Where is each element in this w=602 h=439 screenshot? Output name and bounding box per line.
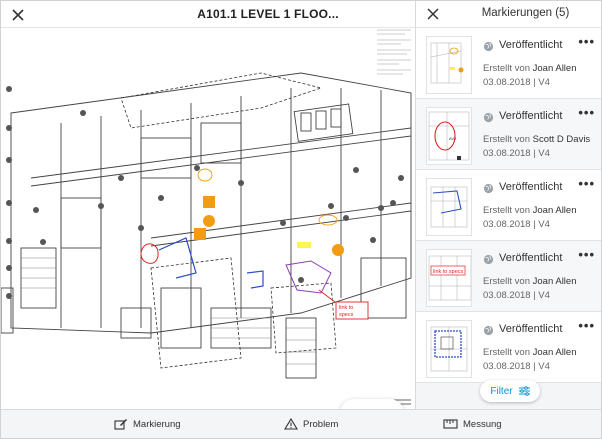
filter-label: Filter xyxy=(490,385,513,397)
globe-icon xyxy=(483,112,494,123)
markup-card[interactable]: Veröffentlicht ••• Erstellt von Joan All… xyxy=(416,28,601,99)
svg-text:AV2: AV2 xyxy=(449,136,457,141)
filter-button[interactable]: Filter xyxy=(480,380,540,402)
markup-tool-button[interactable]: Markierung xyxy=(114,418,181,430)
markup-meta: 03.08.2018 | V4 xyxy=(483,77,550,88)
purple-polygon-markup[interactable] xyxy=(285,260,332,294)
globe-icon xyxy=(483,325,494,336)
orange-pin-markups[interactable] xyxy=(194,196,344,256)
more-options-icon[interactable]: ••• xyxy=(578,318,595,333)
app-window: A101.1 LEVEL 1 FLOO... link to specs Mar… xyxy=(0,0,602,439)
markup-author: Erstellt von Joan Allen xyxy=(483,276,577,287)
markup-author: Erstellt von Joan Allen xyxy=(483,63,577,74)
markups-panel: Markierungen (5) Veröffentlicht ••• Erst… xyxy=(415,1,601,409)
globe-icon xyxy=(483,254,494,265)
thumbnail-callout-text: link to specs xyxy=(433,269,464,275)
markup-thumbnail: link to specs xyxy=(426,249,472,307)
problem-tool-label: Problem xyxy=(303,418,339,430)
markup-author: Erstellt von Joan Allen xyxy=(483,347,577,358)
sliders-icon xyxy=(518,386,530,396)
warning-icon xyxy=(284,418,298,430)
red-circle-markup[interactable] xyxy=(140,243,159,264)
more-options-icon[interactable]: ••• xyxy=(578,34,595,49)
markup-status: Veröffentlicht xyxy=(499,181,563,193)
problem-tool-button[interactable]: Problem xyxy=(284,418,338,430)
markup-meta: 03.08.2018 | V4 xyxy=(483,361,550,372)
drawing-canvas[interactable]: link to specs ‹ › xyxy=(1,28,415,409)
close-panel-icon[interactable] xyxy=(426,7,440,21)
document-title: A101.1 LEVEL 1 FLOO... xyxy=(197,7,339,21)
markup-meta: 03.08.2018 | V4 xyxy=(483,219,550,230)
markup-status: Veröffentlicht xyxy=(499,323,563,335)
page-navigation: ‹ › xyxy=(340,399,404,409)
markup-tool-label: Markierung xyxy=(133,418,181,430)
markup-meta: 03.08.2018 | V4 xyxy=(483,148,550,159)
markup-card[interactable]: Veröffentlicht ••• Erstellt von Joan All… xyxy=(416,170,601,241)
globe-icon xyxy=(483,183,494,194)
blue-box-markups[interactable] xyxy=(158,237,264,289)
more-options-icon[interactable]: ••• xyxy=(578,176,595,191)
more-options-icon[interactable]: ••• xyxy=(578,247,595,262)
markup-list: Veröffentlicht ••• Erstellt von Joan All… xyxy=(416,28,601,383)
markup-thumbnail: AV2 xyxy=(426,107,472,165)
markup-status: Veröffentlicht xyxy=(499,110,563,122)
more-options-icon[interactable]: ••• xyxy=(578,105,595,120)
measure-tool-label: Messung xyxy=(463,418,502,430)
markup-thumbnail xyxy=(426,320,472,378)
globe-icon xyxy=(483,41,494,52)
ruler-icon xyxy=(443,419,458,429)
callout-text-line-2: specs xyxy=(339,312,354,318)
markup-pen-icon xyxy=(114,419,127,430)
markup-card[interactable]: AV2 Veröffentlicht ••• Erstellt von Scot… xyxy=(416,99,601,170)
markup-meta: 03.08.2018 | V4 xyxy=(483,290,550,301)
markup-author: Erstellt von Joan Allen xyxy=(483,205,577,216)
document-header: A101.1 LEVEL 1 FLOO... xyxy=(1,1,415,28)
measure-tool-button[interactable]: Messung xyxy=(443,418,502,430)
panel-title: Markierungen (5) xyxy=(481,7,570,19)
markup-status: Veröffentlicht xyxy=(499,252,563,264)
markup-author: Erstellt von Scott D Davis xyxy=(483,134,591,145)
markup-thumbnail xyxy=(426,36,472,94)
bottom-toolbar: Markierung Problem Messung xyxy=(1,409,601,438)
markup-thumbnail xyxy=(426,178,472,236)
panel-header: Markierungen (5) xyxy=(416,1,601,28)
callout-text-line-1: link to xyxy=(339,305,353,311)
markup-card[interactable]: link to specs Veröffentlicht ••• Erstell… xyxy=(416,241,601,312)
floor-plan-drawing[interactable]: link to specs xyxy=(1,28,415,409)
markup-card[interactable]: Veröffentlicht ••• Erstellt von Joan All… xyxy=(416,312,601,383)
markup-status: Veröffentlicht xyxy=(499,39,563,51)
